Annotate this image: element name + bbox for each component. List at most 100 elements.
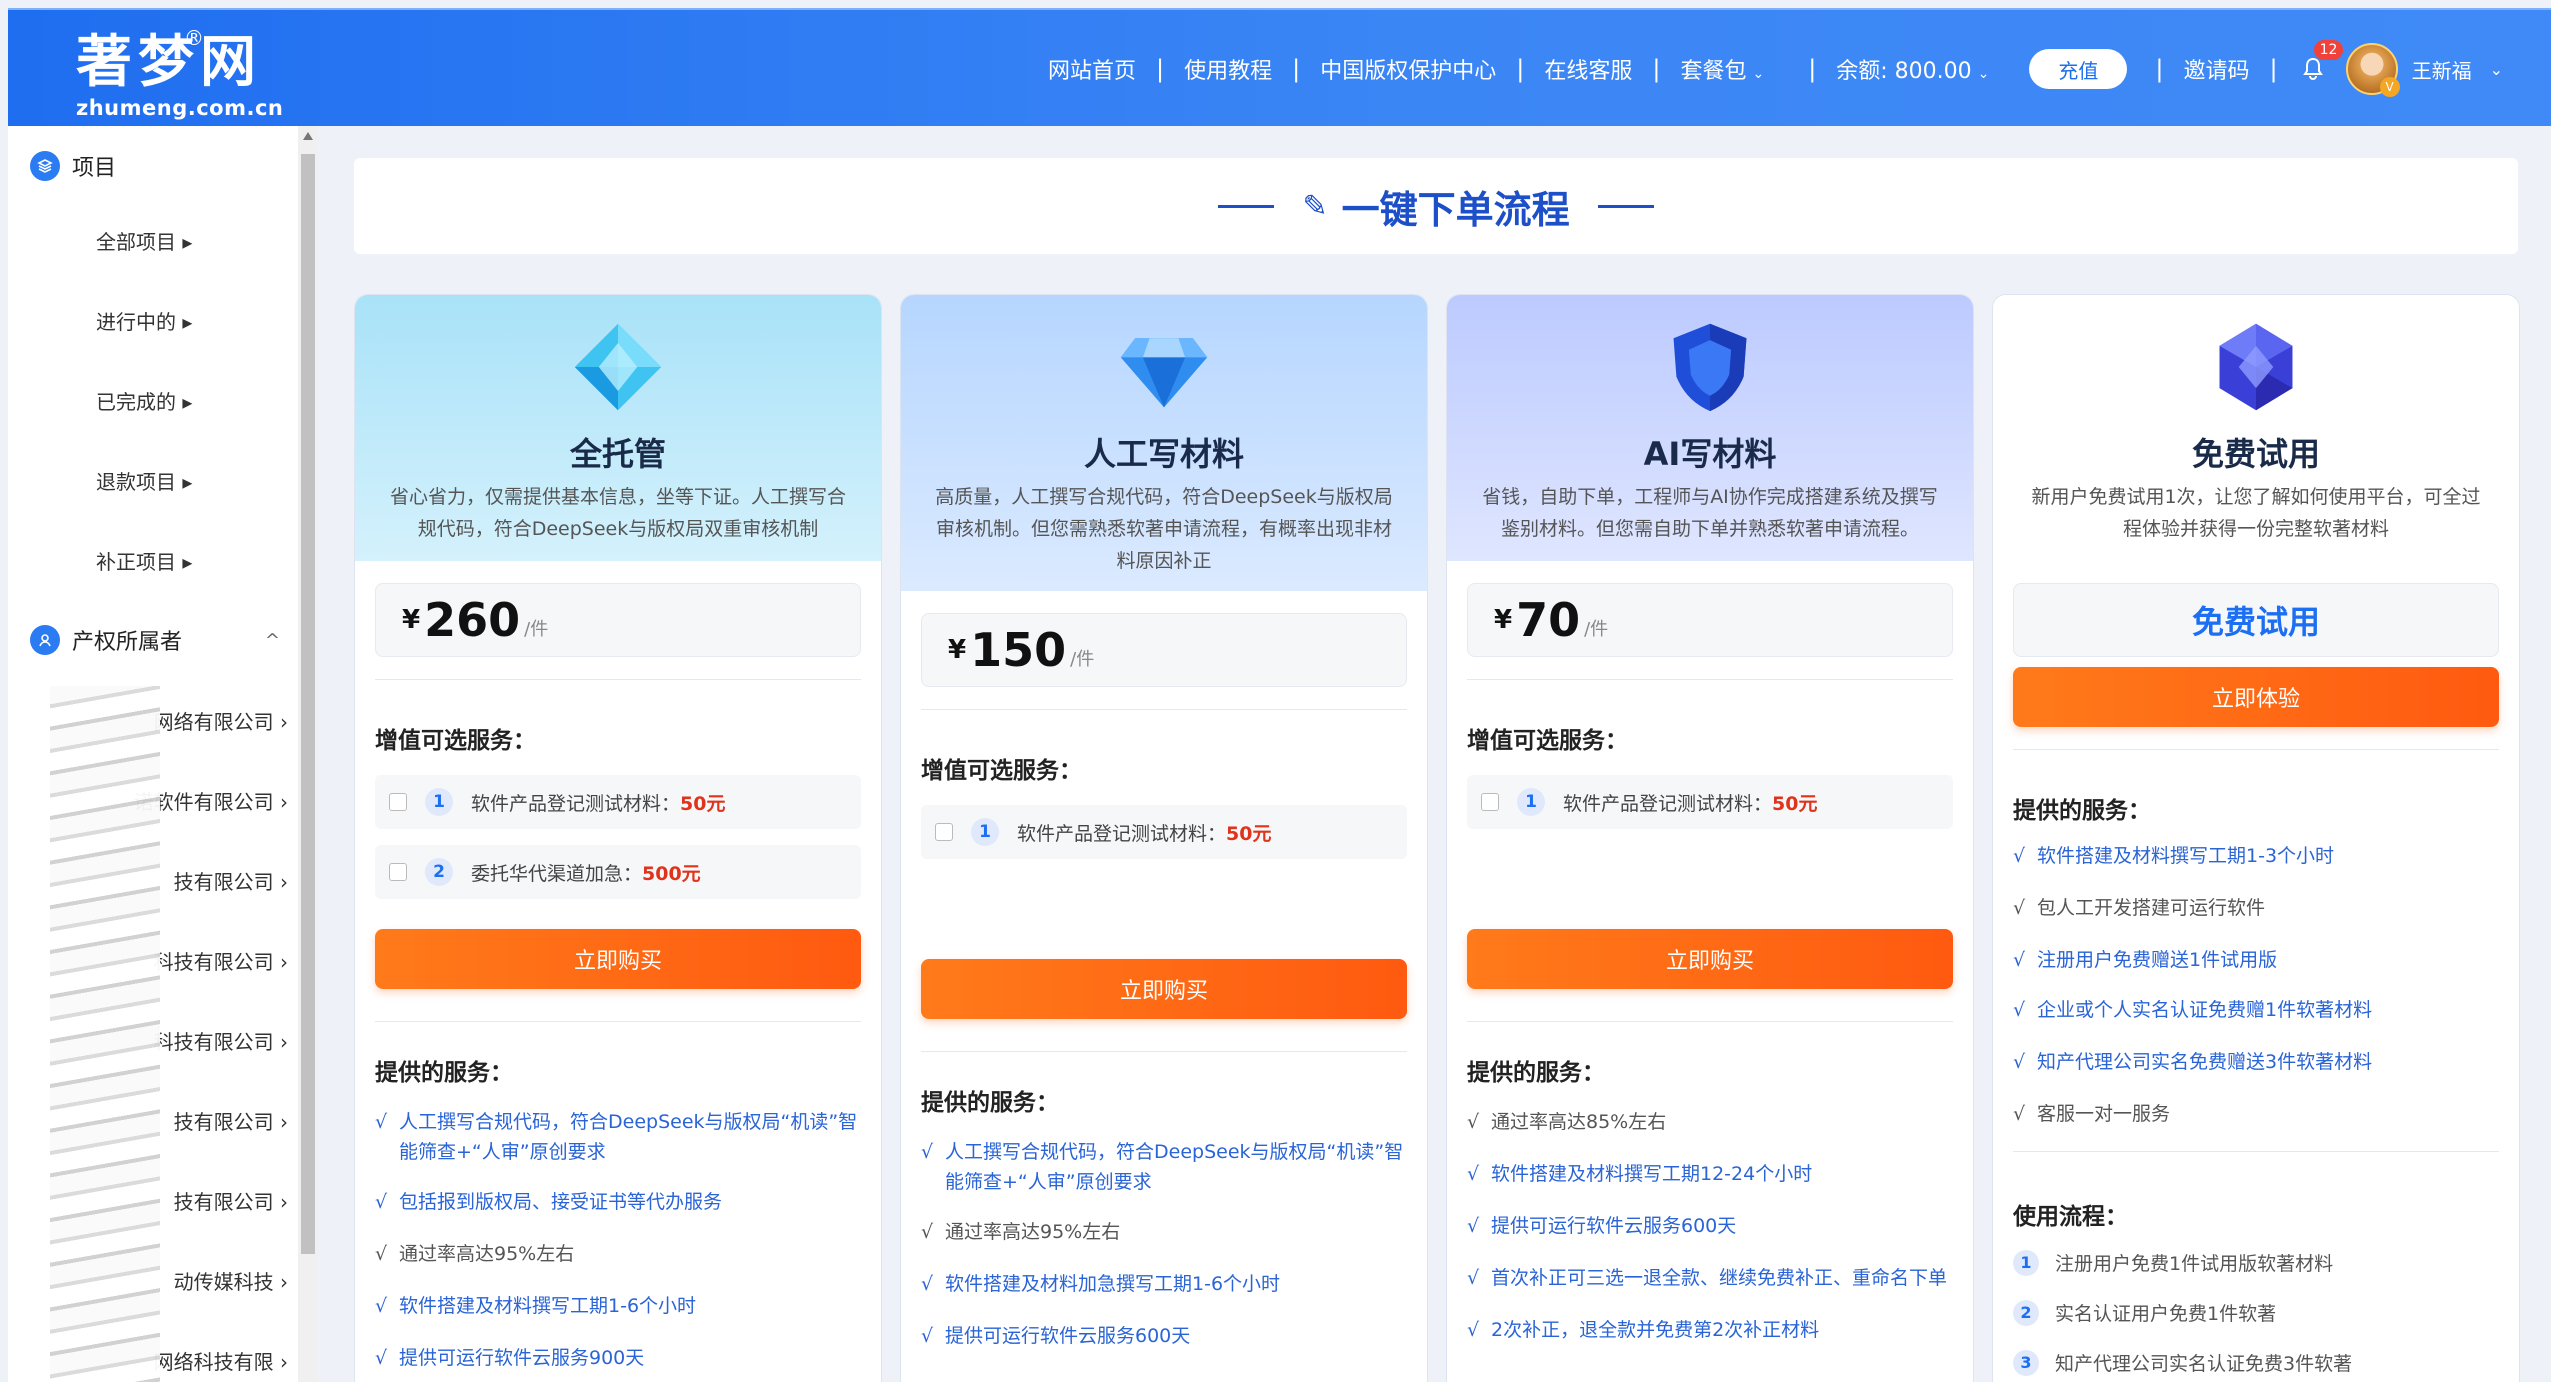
- service-item: √ 通过率高达85%左右: [1467, 1107, 1957, 1137]
- sidebar-item-refund[interactable]: 退款项目 ▸: [96, 466, 192, 495]
- sidebar-item-all-projects[interactable]: 全部项目 ▸: [96, 226, 192, 255]
- user-circle-icon: [30, 625, 60, 655]
- buy-now-button[interactable]: 立即购买: [1467, 929, 1953, 989]
- title-decor-line: [1218, 204, 1275, 208]
- logo-domain: zhumeng.com.cn: [76, 96, 284, 120]
- bell-icon: [2302, 57, 2323, 80]
- sidebar-item-in-progress[interactable]: 进行中的 ▸: [96, 306, 192, 335]
- try-now-button[interactable]: 立即体验: [2013, 667, 2499, 727]
- service-item: √ 软件搭建及材料撰写工期12-24个小时: [1467, 1159, 1957, 1189]
- plan-name: 免费试用: [2191, 435, 2320, 473]
- nav-separator: |: [1292, 55, 1301, 83]
- top-header: 著梦网 ® zhumeng.com.cn 网站首页 | 使用教程 | 中国版权保…: [8, 8, 2551, 126]
- price-value: 70: [1516, 593, 1581, 647]
- nav-separator: |: [1516, 55, 1525, 83]
- diamond-icon: [1120, 338, 1208, 408]
- scroll-up-arrow-icon[interactable]: [303, 132, 313, 140]
- services-label: 提供的服务：: [375, 1060, 513, 1086]
- crystal-icon: [2219, 323, 2293, 411]
- addon-option[interactable]: 1 软件产品登记测试材料： 50元: [1467, 775, 1953, 829]
- addon-option[interactable]: 2 委托华代渠道加急： 500元: [375, 845, 861, 899]
- card-header: 免费试用 新用户免费试用1次，让您了解如何使用平台，可全过程体验并获得一份完整软…: [1993, 295, 2519, 561]
- step-number: 1: [2013, 1249, 2039, 1276]
- service-text: 软件搭建及材料加急撰写工期1-6个小时: [945, 1273, 1281, 1295]
- site-logo[interactable]: 著梦网 ® zhumeng.com.cn: [76, 26, 284, 120]
- divider: [375, 679, 861, 680]
- chevron-down-icon[interactable]: ⌄: [2490, 60, 2503, 79]
- avatar[interactable]: V: [2345, 43, 2400, 97]
- notification-bell[interactable]: 12: [2298, 40, 2344, 84]
- invite-code-link[interactable]: 邀请码: [2184, 53, 2250, 85]
- service-text: 提供可运行软件云服务900天: [399, 1347, 645, 1369]
- sidebar-item-correction[interactable]: 补正项目 ▸: [96, 546, 192, 575]
- option-number: 2: [425, 858, 453, 886]
- step-number: 2: [2013, 1299, 2039, 1326]
- sidebar-item-completed[interactable]: 已完成的 ▸: [96, 386, 192, 415]
- check-icon: √: [921, 1273, 934, 1295]
- addon-checkbox[interactable]: [1481, 793, 1499, 811]
- service-item: √ 注册用户免费赠送1件试用版: [2013, 945, 2503, 975]
- card-header: 人工写材料 高质量，人工撰写合规代码，符合DeepSeek与版权局审核机制。但您…: [901, 295, 1427, 591]
- service-text: 软件搭建及材料撰写工期12-24个小时: [1491, 1163, 1813, 1185]
- option-price: 50元: [1226, 822, 1272, 845]
- buy-now-button[interactable]: 立即购买: [375, 929, 861, 989]
- nav-online-service[interactable]: 在线客服: [1544, 53, 1632, 85]
- sidebar-section-projects[interactable]: 项目: [30, 150, 116, 182]
- order-flow-header: ✎ 一键下单流程: [354, 158, 2518, 254]
- balance-display[interactable]: 余额: 800.00 ⌄: [1836, 53, 1989, 85]
- check-icon: √: [1467, 1215, 1480, 1237]
- service-text: 软件搭建及材料撰写工期1-6个小时: [399, 1295, 697, 1317]
- usage-flow-label: 使用流程：: [2013, 1204, 2128, 1230]
- recharge-button[interactable]: 充值: [2029, 49, 2128, 89]
- service-item: √ 软件搭建及材料撰写工期1-6个小时: [375, 1291, 865, 1321]
- price-unit: /件: [1584, 619, 1609, 640]
- buy-now-button[interactable]: 立即购买: [921, 959, 1407, 1019]
- sidebar-section-owners[interactable]: 产权所属者 ^: [30, 624, 280, 656]
- option-text: 软件产品登记测试材料：: [1017, 822, 1227, 845]
- service-item: √ 包人工开发搭建可运行软件: [2013, 893, 2503, 923]
- plan-description: 新用户免费试用1次，让您了解如何使用平台，可全过程体验并获得一份完整软著材料: [2031, 486, 2481, 540]
- nav-copyright-center[interactable]: 中国版权保护中心: [1320, 53, 1496, 85]
- chevron-down-icon: ⌄: [1977, 66, 1990, 82]
- layers-icon: [30, 151, 60, 181]
- service-item: √ 提供可运行软件云服务600天: [921, 1321, 1411, 1351]
- service-text: 人工撰写合规代码，符合DeepSeek与版权局“机读”智能筛查+“人审”原创要求: [399, 1111, 858, 1163]
- service-text: 人工撰写合规代码，符合DeepSeek与版权局“机读”智能筛查+“人审”原创要求: [945, 1141, 1404, 1193]
- service-text: 软件搭建及材料撰写工期1-3个小时: [2037, 845, 2335, 867]
- price-box: ¥ 150 /件: [921, 613, 1407, 687]
- service-item: √ 提供可运行软件云服务900天: [375, 1343, 865, 1373]
- check-icon: √: [2013, 999, 2026, 1021]
- price-unit: /件: [524, 619, 549, 640]
- nav-tutorial[interactable]: 使用教程: [1184, 53, 1272, 85]
- sidebar-scrollbar[interactable]: [298, 126, 318, 1382]
- services-label: 提供的服务：: [1467, 1060, 1605, 1086]
- nav-packages[interactable]: 套餐包 ⌄: [1680, 53, 1764, 85]
- service-text: 通过率高达85%左右: [1491, 1111, 1667, 1133]
- addon-option[interactable]: 1 软件产品登记测试材料： 50元: [375, 775, 861, 829]
- addon-checkbox[interactable]: [389, 863, 407, 881]
- title-decor-line: [1597, 204, 1654, 208]
- plan-description: 高质量，人工撰写合规代码，符合DeepSeek与版权局审核机制。但您需熟悉软著申…: [935, 486, 1393, 572]
- plan-description: 省心省力，仅需提供基本信息，坐等下证。人工撰写合规代码，符合DeepSeek与版…: [389, 486, 846, 540]
- addon-checkbox[interactable]: [389, 793, 407, 811]
- addon-option[interactable]: 1 软件产品登记测试材料： 50元: [921, 805, 1407, 859]
- nav-home[interactable]: 网站首页: [1048, 53, 1136, 85]
- nav-separator: |: [1156, 55, 1165, 83]
- option-price: 50元: [680, 792, 726, 815]
- service-item: √ 通过率高达95%左右: [375, 1239, 865, 1269]
- addon-checkbox[interactable]: [935, 823, 953, 841]
- card-header: AI写材料 省钱，自助下单，工程师与AI协作完成搭建系统及撰写鉴别材料。但您需自…: [1447, 295, 1973, 561]
- option-text: 委托华代渠道加急：: [471, 862, 643, 885]
- step-number: 3: [2013, 1349, 2039, 1376]
- scrollbar-thumb[interactable]: [301, 154, 315, 1254]
- divider: [921, 709, 1407, 710]
- service-text: 包人工开发搭建可运行软件: [2037, 897, 2266, 919]
- username[interactable]: 王新福: [2412, 55, 2472, 84]
- option-price: 500元: [642, 862, 701, 885]
- nav-separator: |: [2269, 55, 2278, 83]
- chevron-up-icon: ^: [264, 629, 280, 651]
- price-box: ¥ 260 /件: [375, 583, 861, 657]
- plan-name: AI写材料: [1643, 435, 1777, 473]
- plan-card-full-service: 全托管 省心省力，仅需提供基本信息，坐等下证。人工撰写合规代码，符合DeepSe…: [354, 294, 882, 1382]
- divider: [375, 1021, 861, 1022]
